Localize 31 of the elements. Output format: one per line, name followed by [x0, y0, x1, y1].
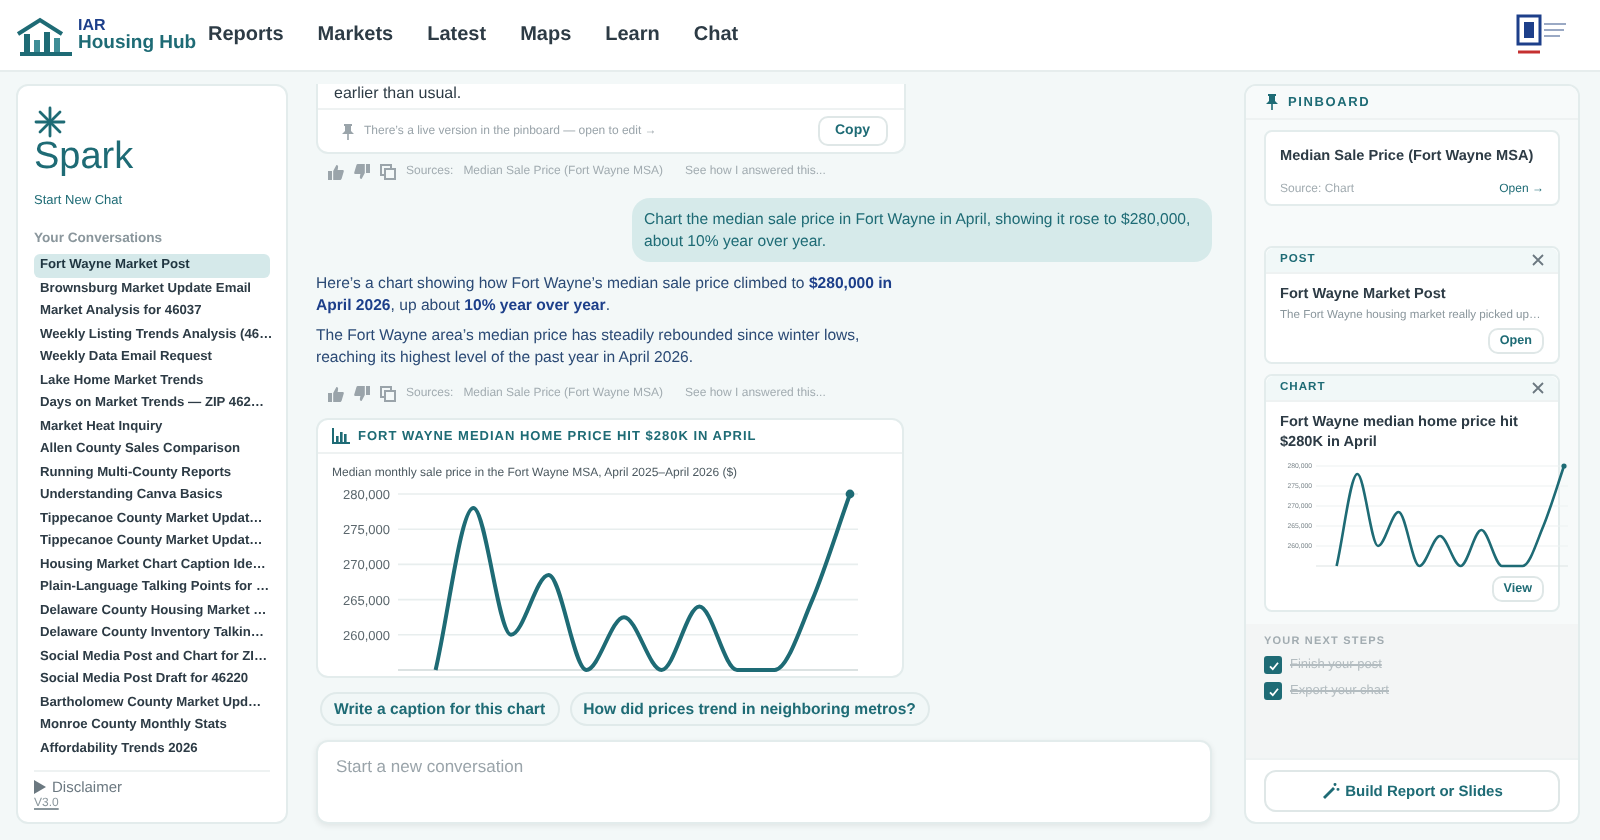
close-icon[interactable]: [1532, 254, 1544, 266]
triangle-icon[interactable]: [34, 780, 46, 794]
nav-link[interactable]: Maps: [520, 24, 572, 46]
nav-link[interactable]: Chat: [693, 24, 739, 46]
bar-chart-icon: [332, 428, 350, 444]
nav-link[interactable]: Markets: [317, 24, 394, 46]
message-input[interactable]: Start a new conversation: [316, 740, 1212, 824]
data-point: [1561, 463, 1567, 469]
nav-link[interactable]: Learn: [605, 24, 660, 46]
logo-icon: [1516, 13, 1568, 57]
close-icon[interactable]: [1532, 382, 1544, 394]
copy-icon[interactable]: [380, 164, 396, 180]
thumbs-up-icon[interactable]: [328, 386, 344, 402]
checkbox[interactable]: [1264, 656, 1282, 674]
nav-link[interactable]: Latest: [427, 24, 487, 46]
copy-icon[interactable]: [380, 386, 396, 402]
thumbs-up-icon[interactable]: [328, 164, 344, 180]
house-logo-icon[interactable]: [16, 15, 76, 55]
brand-name: Spark: [34, 138, 136, 178]
checkbox[interactable]: [1264, 682, 1282, 700]
response-text: earlier than usual.: [332, 84, 464, 106]
pin-icon: [1266, 94, 1278, 110]
pin-icon: [342, 123, 354, 139]
thumbs-down-icon[interactable]: [354, 164, 370, 180]
thumbs-down-icon[interactable]: [354, 386, 370, 402]
spark-icon: [34, 106, 66, 138]
logo-text: Housing Hub: [78, 33, 197, 53]
wand-icon: [1321, 782, 1340, 800]
nav-link[interactable]: Reports: [208, 24, 284, 46]
data-point: [845, 489, 855, 499]
logo-text: IAR: [78, 17, 108, 34]
